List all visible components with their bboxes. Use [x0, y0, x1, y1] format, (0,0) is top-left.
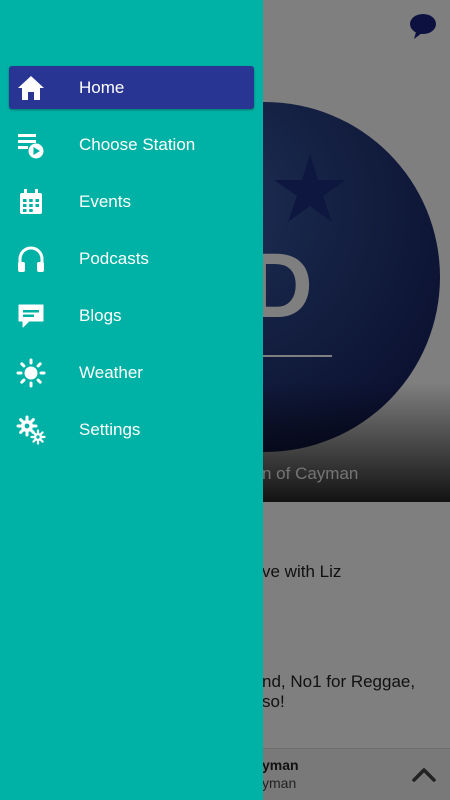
chat-bubble-icon: [16, 301, 46, 331]
menu-item-settings[interactable]: Settings: [0, 408, 263, 465]
sun-icon: [16, 358, 46, 388]
menu-item-blogs[interactable]: Blogs: [0, 294, 263, 351]
headphones-icon: [16, 244, 46, 274]
home-icon: [16, 73, 46, 103]
menu-label-blogs: Blogs: [79, 306, 122, 325]
calendar-icon: [16, 187, 46, 217]
menu-label-podcasts: Podcasts: [79, 249, 149, 268]
menu-label-events: Events: [79, 192, 131, 211]
menu-label-settings: Settings: [79, 420, 141, 439]
menu-item-home[interactable]: Home: [0, 66, 263, 123]
navigation-drawer: Home Choose Station Events Podcasts Blog…: [0, 0, 263, 800]
menu-label-choose-station: Choose Station: [79, 135, 196, 154]
drawer-menu: Home Choose Station Events Podcasts Blog…: [0, 66, 263, 465]
menu-label-home: Home: [79, 78, 125, 97]
gears-icon: [16, 415, 46, 445]
menu-label-weather: Weather: [79, 363, 143, 382]
menu-item-podcasts[interactable]: Podcasts: [0, 237, 263, 294]
menu-item-choose-station[interactable]: Choose Station: [0, 123, 263, 180]
menu-item-weather[interactable]: Weather: [0, 351, 263, 408]
menu-item-events[interactable]: Events: [0, 180, 263, 237]
playlist-play-icon: [16, 130, 46, 160]
